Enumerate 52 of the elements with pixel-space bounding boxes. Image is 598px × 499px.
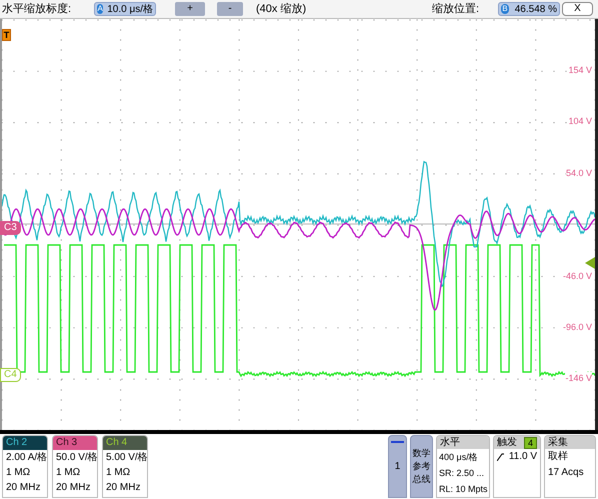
- y-axis-label: 54.0 V: [566, 167, 592, 179]
- channel-setting: 1 MΩ: [105, 466, 132, 480]
- zoom-scale-field[interactable]: A 10.0 μs/格: [94, 2, 156, 16]
- zoom-position-label: 缩放位置:: [432, 2, 480, 17]
- y-axis-label: -146 V: [565, 372, 592, 384]
- reference-number: 1: [394, 460, 400, 474]
- channel-setting: 20 MHz: [5, 481, 42, 495]
- horizontal-badge[interactable]: 水平 400 μs/格 SR: 2.50 ... RL: 10 Mpts: [436, 435, 490, 498]
- trigger-position-marker[interactable]: T: [2, 29, 11, 41]
- channel-setting: 5.00 V/格: [105, 450, 147, 465]
- close-button[interactable]: X: [562, 2, 593, 16]
- y-axis-label: -96.0 V: [562, 321, 592, 333]
- zoom-out-button[interactable]: -: [217, 2, 243, 16]
- y-axis-label: 154 V: [568, 64, 592, 76]
- badge-title: 水平: [440, 437, 460, 448]
- acquisition-badge[interactable]: 采集 取样 17 Acqs: [544, 435, 596, 498]
- channel-setting: 1 MΩ: [55, 466, 82, 480]
- channel-badge[interactable]: Ch 4 5.00 V/格 1 MΩ 20 MHz: [102, 435, 148, 498]
- rising-edge-icon: [497, 453, 504, 461]
- zoom-factor: (40x 缩放): [256, 2, 308, 17]
- trigger-badge[interactable]: 触发 4 11.0 V: [493, 435, 541, 498]
- reference-button[interactable]: 1: [388, 435, 407, 498]
- acquisition-setting: 取样: [547, 450, 569, 464]
- horizontal-setting: SR: 2.50 ...: [438, 467, 486, 480]
- badge-title: 触发: [497, 436, 517, 450]
- channel-badge[interactable]: Ch 3 50.0 V/格 1 MΩ 20 MHz: [52, 435, 98, 498]
- channel-setting: 20 MHz: [105, 481, 142, 495]
- knob-badge: B: [501, 4, 509, 14]
- trigger-source: 4: [524, 436, 537, 448]
- channel-marker[interactable]: C3: [0, 221, 21, 235]
- math-ref-bus-button[interactable]: 数学 参考 总线: [410, 435, 433, 498]
- zoom-position-value: 46.548 %: [514, 2, 557, 16]
- acquisition-setting: 17 Acqs: [547, 466, 585, 480]
- channel-setting: 50.0 V/格: [55, 450, 97, 465]
- y-axis-label: -46.0 V: [562, 270, 592, 282]
- channel-name: Ch 4: [106, 437, 128, 448]
- zoom-scale-label: 水平缩放标度:: [2, 2, 72, 17]
- zoom-position-field[interactable]: B 46.548 %: [498, 2, 560, 16]
- horizontal-setting: 400 μs/格: [438, 451, 479, 464]
- badge-title: 采集: [548, 437, 568, 448]
- knob-badge: A: [97, 4, 104, 14]
- channel-badge[interactable]: Ch 2 2.00 A/格 1 MΩ 20 MHz: [2, 435, 48, 498]
- channel-name: Ch 3: [56, 437, 78, 448]
- channel-setting: 2.00 A/格: [5, 450, 47, 465]
- horizontal-setting: RL: 10 Mpts: [438, 483, 489, 496]
- channel-setting: 1 MΩ: [5, 466, 32, 480]
- y-axis-label: 104 V: [568, 115, 592, 127]
- zoom-in-button[interactable]: +: [175, 2, 205, 16]
- trigger-level: 11.0 V: [508, 450, 537, 464]
- channel-setting: 20 MHz: [55, 481, 92, 495]
- channel-name: Ch 2: [6, 437, 28, 448]
- zoom-scale-value: 10.0 μs/格: [107, 2, 153, 16]
